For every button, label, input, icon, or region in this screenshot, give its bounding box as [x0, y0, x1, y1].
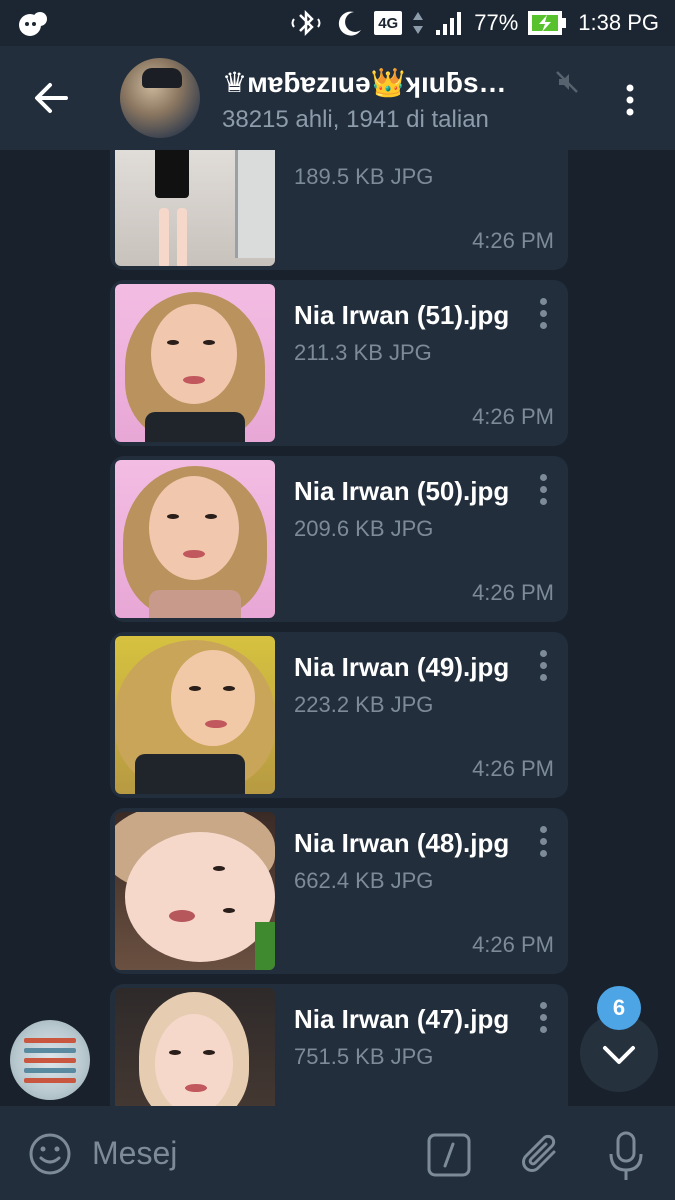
file-options-button[interactable]	[536, 650, 550, 682]
status-bar: 4G 77% 1:38 PG	[0, 0, 675, 46]
message-input[interactable]	[92, 1128, 392, 1178]
app-notification-icon	[16, 9, 50, 42]
kebab-menu-icon	[626, 84, 634, 116]
file-size: 209.6 KB JPG	[294, 516, 434, 541]
unread-count-badge: 6	[597, 986, 641, 1030]
data-arrows-icon	[412, 10, 424, 36]
file-size: 662.4 KB JPG	[294, 868, 434, 893]
file-options-button[interactable]	[536, 474, 550, 506]
more-options-button[interactable]	[616, 82, 644, 118]
message-composer	[0, 1106, 675, 1200]
file-message[interactable]: Nia Irwan (50).jpg 209.6 KB JPG 4:26 PM	[110, 456, 568, 622]
smiley-icon	[29, 1133, 71, 1175]
message-time: 4:26 PM	[472, 228, 554, 253]
chat-title[interactable]: ♛ᴍɐƃɐzıuǝ👑ʞıuƃs…	[222, 66, 552, 99]
file-thumbnail[interactable]	[115, 988, 275, 1106]
file-message[interactable]: Nia Irwan (47).jpg 751.5 KB JPG	[110, 984, 568, 1106]
back-button[interactable]	[30, 78, 74, 118]
file-message[interactable]: Nia Irwan (51).jpg 211.3 KB JPG 4:26 PM	[110, 280, 568, 446]
moon-icon	[334, 8, 364, 38]
file-options-button[interactable]	[536, 298, 550, 330]
arrow-left-icon	[35, 83, 68, 113]
voice-message-button[interactable]	[606, 1130, 646, 1184]
bluetooth-icon	[288, 9, 324, 37]
message-time: 4:26 PM	[472, 404, 554, 429]
file-message[interactable]: Nia Irwan (49).jpg 223.2 KB JPG 4:26 PM	[110, 632, 568, 798]
file-name: Nia Irwan (51).jpg	[294, 300, 510, 330]
file-thumbnail[interactable]	[115, 284, 275, 442]
file-size: 751.5 KB JPG	[294, 1044, 434, 1069]
chat-header: ♛ᴍɐƃɐzıuǝ👑ʞıuƃs… 38215 ahli, 1941 di tal…	[0, 46, 675, 150]
emoji-button[interactable]	[28, 1132, 72, 1176]
file-thumbnail[interactable]	[115, 636, 275, 794]
battery-percent: 77%	[474, 10, 519, 35]
message-time: 4:26 PM	[472, 756, 554, 781]
signal-icon	[434, 10, 464, 36]
sender-avatar[interactable]	[10, 1020, 90, 1100]
battery-charging-icon	[528, 10, 568, 36]
group-avatar[interactable]	[120, 58, 200, 138]
message-list[interactable]: 189.5 KB JPG 4:26 PM Nia Irwan (51).jpg …	[0, 150, 675, 1106]
file-name: Nia Irwan (50).jpg	[294, 476, 510, 506]
clock: 1:38 PG	[578, 10, 659, 35]
file-name: Nia Irwan (47).jpg	[294, 1004, 510, 1034]
file-message[interactable]: Nia Irwan (48).jpg 662.4 KB JPG 4:26 PM	[110, 808, 568, 974]
message-time: 4:26 PM	[472, 932, 554, 957]
message-time: 4:26 PM	[472, 580, 554, 605]
chat-subtitle: 38215 ahli, 1941 di talian	[222, 106, 489, 133]
file-options-button[interactable]	[536, 1002, 550, 1034]
file-size: 211.3 KB JPG	[294, 340, 432, 365]
file-message[interactable]: 189.5 KB JPG 4:26 PM	[110, 150, 568, 270]
file-thumbnail[interactable]	[115, 812, 275, 970]
file-thumbnail[interactable]	[115, 150, 275, 266]
mute-icon	[555, 70, 579, 94]
bot-command-button[interactable]	[426, 1132, 472, 1178]
slash-command-icon	[427, 1133, 471, 1177]
paperclip-icon	[522, 1134, 556, 1172]
file-size: 189.5 KB JPG	[294, 164, 434, 189]
network-type-badge: 4G	[374, 11, 403, 35]
file-thumbnail[interactable]	[115, 460, 275, 618]
microphone-icon	[609, 1131, 643, 1180]
file-name: Nia Irwan (48).jpg	[294, 828, 510, 858]
file-name: Nia Irwan (49).jpg	[294, 652, 510, 682]
attach-button[interactable]	[518, 1130, 564, 1180]
file-size: 223.2 KB JPG	[294, 692, 434, 717]
file-options-button[interactable]	[536, 826, 550, 858]
